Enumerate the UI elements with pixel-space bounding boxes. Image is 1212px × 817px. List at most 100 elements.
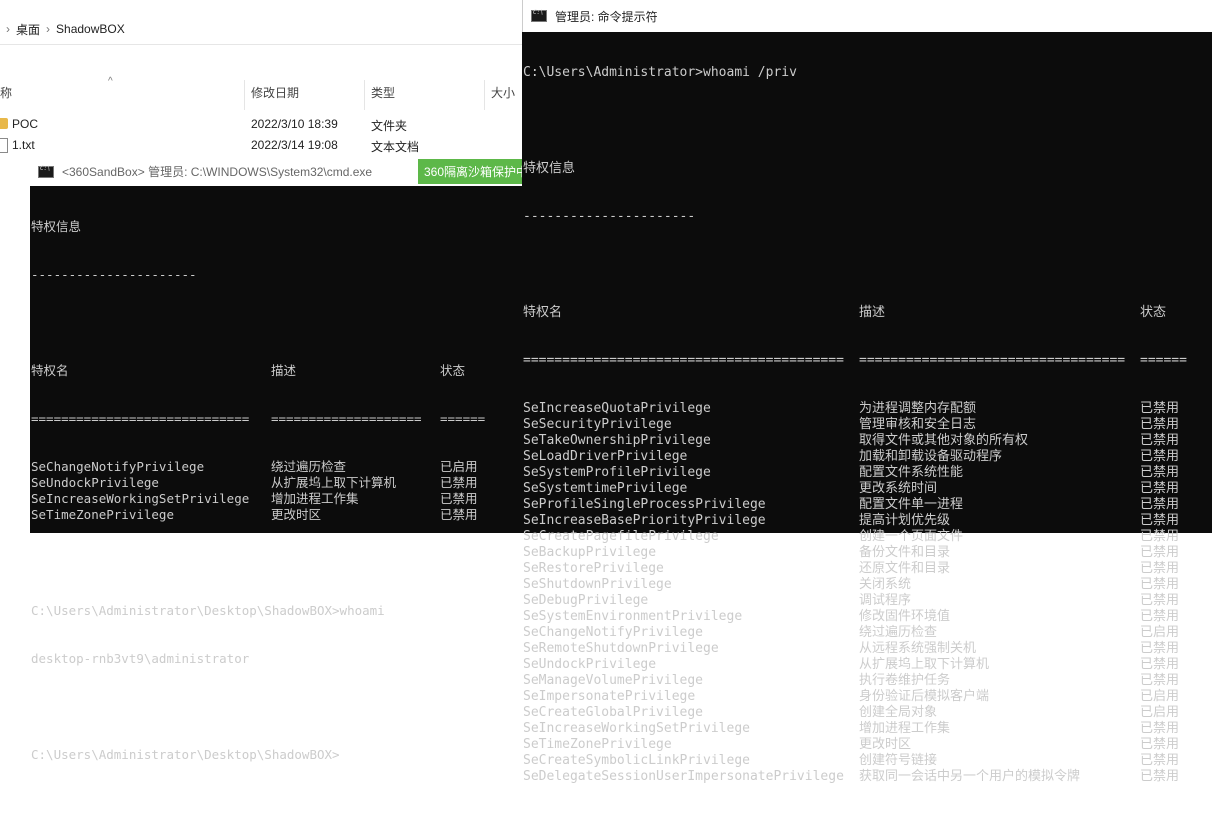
file-type: 文件夹 [371, 119, 408, 133]
admin-cmd-window[interactable]: 管理员: 命令提示符 C:\Users\Administrator>whoami… [522, 0, 1212, 784]
table-header: 特权名 描述 状态 [523, 305, 1167, 320]
privilege-description: 创建全局对象 [859, 705, 938, 720]
privilege-row: SeLoadDriverPrivilege 加载和卸载设备驱动程序 已禁用 [522, 449, 1212, 465]
privilege-state: 已禁用 [1140, 721, 1180, 736]
privilege-name: SeManageVolumePrivilege [523, 673, 704, 688]
privilege-row: SeUndockPrivilege 从扩展坞上取下计算机 已禁用 [522, 657, 1212, 673]
privilege-state: 已禁用 [1140, 449, 1180, 464]
privilege-name: SeRemoteShutdownPrivilege [523, 641, 719, 656]
privilege-state: 已禁用 [1140, 609, 1180, 624]
column-divider[interactable] [364, 80, 365, 110]
chevron-right-icon: › [46, 22, 51, 36]
privilege-row: SeCreatePagefilePrivilege 创建一个页面文件 已禁用 [522, 529, 1212, 545]
file-row[interactable]: 1.txt 2022/3/14 19:08 文本文档 [0, 135, 522, 155]
privilege-description: 创建符号链接 [859, 753, 938, 768]
console-heading: 特权信息 [31, 219, 82, 234]
privilege-state: 已禁用 [1140, 497, 1180, 512]
privilege-state: 已禁用 [1140, 417, 1180, 432]
privilege-name: SeDelegateSessionUserImpersonatePrivileg… [523, 769, 844, 784]
window-title: <360SandBox> 管理员: C:\WINDOWS\System32\cm… [62, 165, 373, 179]
privilege-name: SeIncreaseBasePriorityPrivilege [523, 513, 766, 528]
privilege-description: 加载和卸载设备驱动程序 [859, 449, 1003, 464]
privilege-row: SeIncreaseWorkingSetPrivilege 增加进程工作集 已禁用 [30, 491, 522, 507]
privilege-row: SeCreateGlobalPrivilege 创建全局对象 已启用 [522, 705, 1212, 721]
column-header-name[interactable]: 称 [0, 84, 12, 101]
column-header-size[interactable]: 大小 [491, 84, 515, 101]
privilege-description: 配置文件单一进程 [859, 497, 964, 512]
privilege-description: 身份验证后模拟客户端 [859, 689, 990, 704]
console-output[interactable]: 特权信息 ---------------------- 特权名 描述 状态 ==… [30, 187, 522, 795]
privilege-name: SeCreateSymbolicLinkPrivilege [523, 753, 750, 768]
command-prompt[interactable]: C:\Users\Administrator\Desktop\ShadowBOX… [30, 747, 522, 763]
privilege-name: SeUndockPrivilege [31, 475, 159, 490]
breadcrumb-shadowbox[interactable]: ShadowBOX [56, 22, 125, 36]
file-type: 文本文档 [371, 140, 420, 154]
privilege-name: SeBackupPrivilege [523, 545, 657, 560]
privilege-name: SeChangeNotifyPrivilege [523, 625, 704, 640]
chevron-right-icon: › [6, 22, 10, 36]
privilege-name: SeCreateGlobalPrivilege [523, 705, 704, 720]
privilege-description: 执行卷维护任务 [859, 673, 951, 688]
sandbox-protection-badge[interactable]: 360隔离沙箱保护中 [418, 159, 522, 184]
privilege-state: 已禁用 [1140, 657, 1180, 672]
file-date: 2022/3/14 19:08 [251, 138, 338, 152]
privilege-description: 配置文件系统性能 [859, 465, 964, 480]
privilege-description: 更改系统时间 [859, 481, 938, 496]
privilege-name: SeTimeZonePrivilege [523, 737, 672, 752]
privilege-description: 取得文件或其他对象的所有权 [859, 433, 1029, 448]
column-header-type[interactable]: 类型 [371, 84, 395, 101]
console-icon [38, 165, 54, 178]
privilege-name: SeCreatePagefilePrivilege [523, 529, 719, 544]
console-rule: ---------------------- [31, 267, 197, 282]
privilege-state: 已禁用 [1140, 545, 1180, 560]
breadcrumb-desktop[interactable]: 桌面 [16, 21, 40, 38]
console-rule: ---------------------- [523, 209, 696, 224]
file-row[interactable]: POC 2022/3/10 18:39 文件夹 [0, 114, 522, 134]
privilege-name: SeSecurityPrivilege [523, 417, 672, 432]
privilege-description: 从扩展坞上取下计算机 [859, 657, 990, 672]
privilege-state: 已禁用 [1140, 401, 1180, 416]
privilege-row: SeShutdownPrivilege 关闭系统 已禁用 [522, 577, 1212, 593]
privilege-row: SeImpersonatePrivilege 身份验证后模拟客户端 已启用 [522, 689, 1212, 705]
column-divider[interactable] [484, 80, 485, 110]
privilege-row: SeRestorePrivilege 还原文件和目录 已禁用 [522, 561, 1212, 577]
privilege-description: 关闭系统 [859, 577, 912, 592]
privilege-name: SeIncreaseQuotaPrivilege [523, 401, 711, 416]
privilege-description: 提高计划优先级 [859, 513, 951, 528]
window-titlebar[interactable]: 管理员: 命令提示符 [522, 0, 1212, 32]
console-icon [531, 9, 547, 22]
table-header: 特权名 描述 状态 [31, 363, 466, 378]
column-divider[interactable] [244, 80, 245, 110]
window-titlebar[interactable]: <360SandBox> 管理员: C:\WINDOWS\System32\cm… [30, 157, 522, 186]
privilege-row: SeManageVolumePrivilege 执行卷维护任务 已禁用 [522, 673, 1212, 689]
column-header-date[interactable]: 修改日期 [251, 84, 299, 101]
privilege-name: SeDebugPrivilege [523, 593, 649, 608]
privilege-row: SeDebugPrivilege 调试程序 已禁用 [522, 593, 1212, 609]
privilege-state: 已禁用 [1140, 561, 1180, 576]
privilege-description: 增加进程工作集 [271, 491, 359, 506]
privilege-row: SeChangeNotifyPrivilege 绕过遍历检查 已启用 [30, 459, 522, 475]
sandbox-cmd-window[interactable]: <360SandBox> 管理员: C:\WINDOWS\System32\cm… [30, 157, 522, 762]
privilege-description: 获取同一会话中另一个用户的模拟令牌 [859, 769, 1081, 784]
privilege-row: SeTimeZonePrivilege 更改时区 已禁用 [30, 507, 522, 523]
privilege-state: 已禁用 [1140, 737, 1180, 752]
privilege-description: 绕过遍历检查 [271, 459, 347, 474]
privilege-state: 已禁用 [1140, 481, 1180, 496]
privilege-description: 为进程调整内存配额 [859, 401, 977, 416]
privilege-description: 绕过遍历检查 [859, 625, 938, 640]
privilege-description: 从扩展坞上取下计算机 [271, 475, 397, 490]
privilege-name: SeSystemProfilePrivilege [523, 465, 711, 480]
privilege-name: SeTakeOwnershipPrivilege [523, 433, 711, 448]
table-header-rule: ========================================… [523, 353, 1187, 368]
privilege-name: SeSystemEnvironmentPrivilege [523, 609, 743, 624]
privilege-row: SeUndockPrivilege 从扩展坞上取下计算机 已禁用 [30, 475, 522, 491]
privilege-state: 已启用 [1140, 625, 1180, 640]
console-output[interactable]: C:\Users\Administrator>whoami /priv 特权信息… [522, 33, 1212, 817]
privilege-description: 更改时区 [859, 737, 912, 752]
privilege-description: 修改固件环境值 [859, 609, 951, 624]
privilege-row: SeSystemEnvironmentPrivilege 修改固件环境值 已禁用 [522, 609, 1212, 625]
privilege-name: SeSystemtimePrivilege [523, 481, 688, 496]
privilege-description: 创建一个页面文件 [859, 529, 964, 544]
command-line: C:\Users\Administrator>whoami /priv [523, 65, 797, 80]
privilege-row: SeIncreaseBasePriorityPrivilege 提高计划优先级 已禁… [522, 513, 1212, 529]
